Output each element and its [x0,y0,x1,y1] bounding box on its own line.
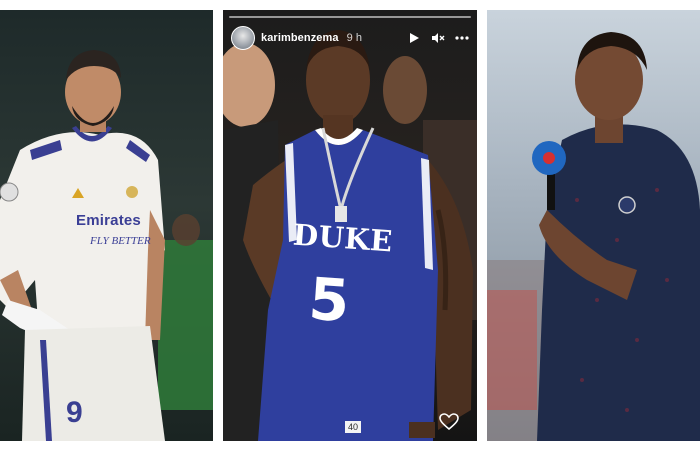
avatar[interactable] [231,26,255,50]
story-username[interactable]: karimbenzema [261,32,339,44]
shorts-number: 9 [66,396,83,429]
right-photo [487,10,700,441]
more-icon[interactable] [455,31,469,45]
jersey-size-tag: 40 [345,421,362,433]
story-header: karimbenzema 9 h [231,25,469,51]
right-photo-scene [487,32,700,441]
jersey-number: 5 [306,264,352,336]
story-progress-bar [229,16,471,18]
mute-icon[interactable] [431,31,445,45]
left-photo: Emirates FLY BETTER 9 [0,10,213,441]
heart-icon[interactable] [439,413,459,431]
jersey-word: DUKE [291,217,394,259]
play-icon[interactable] [407,31,421,45]
story-controls [407,31,469,45]
story-time-ago: 9 h [346,32,362,44]
shirt-sponsor-text: Emirates [76,212,141,229]
shirt-slogan-text: FLY BETTER [90,235,151,247]
